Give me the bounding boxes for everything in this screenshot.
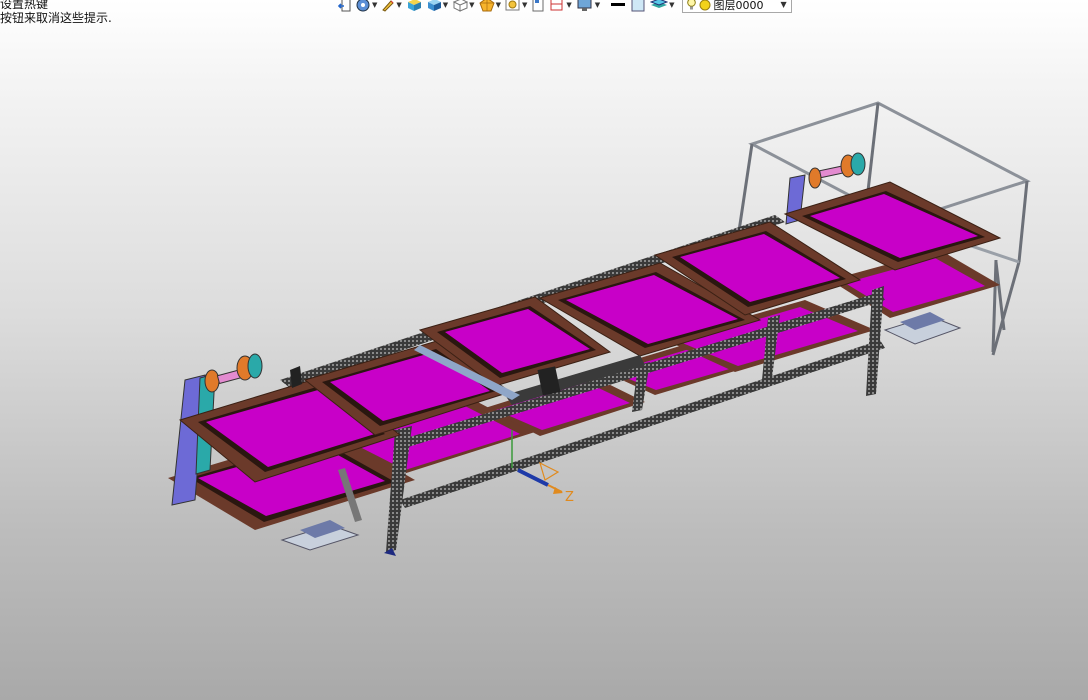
z-axis-label: Z: [565, 490, 574, 505]
3d-viewport[interactable]: Z: [0, 0, 1088, 700]
